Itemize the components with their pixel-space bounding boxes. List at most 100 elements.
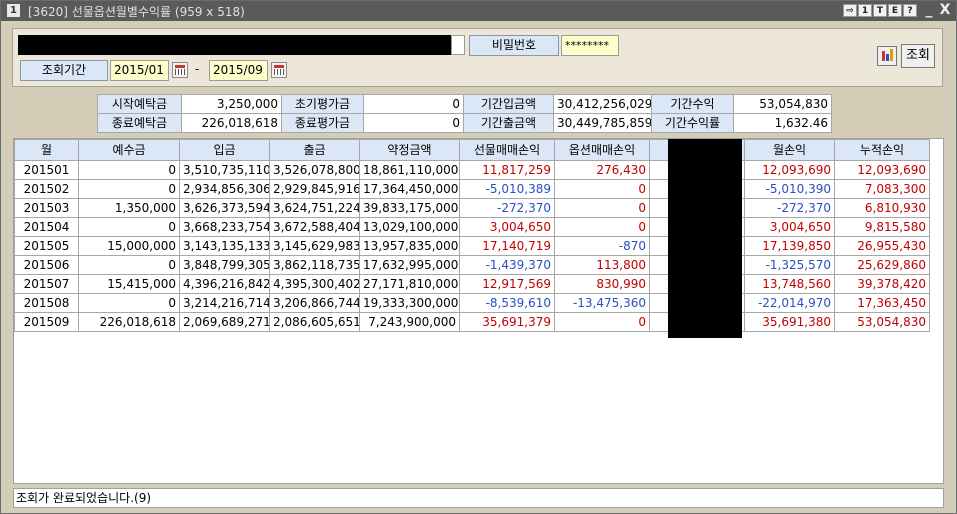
summary-value: 226,018,618 (181, 113, 282, 133)
table-cell-contract: 17,632,995,000 (359, 255, 460, 275)
table-row[interactable]: 201509 226,018,618 2,069,689,271 2,086,605,… (14, 312, 930, 332)
table-cell-deposit: 226,018,618 (78, 312, 180, 332)
table-cell-month: 201502 (14, 179, 79, 199)
summary-value: 0 (363, 94, 464, 114)
table-cell-deposit: 1,350,000 (78, 198, 180, 218)
table-cell-month: 201508 (14, 293, 79, 313)
monthly-grid[interactable]: 월 예수금 입금 출금 약정금액 선물매매손익 옵션매매손익 월손익 누적손익 201501 0 3… (14, 139, 930, 332)
table-row[interactable]: 201504 0 3,668,233,754 3,672,588,404 13,029,… (14, 217, 930, 237)
table-cell-deposit: 0 (78, 217, 180, 237)
table-cell-monthly: -22,014,970 (744, 293, 835, 313)
table-cell-out: 2,086,605,651 (269, 312, 360, 332)
table-cell-cum: 26,955,430 (834, 236, 930, 256)
summary-label: 기간출금액 (463, 113, 554, 133)
table-cell-deposit: 0 (78, 179, 180, 199)
column-header[interactable]: 월 (14, 139, 79, 161)
table-cell-in: 3,626,373,594 (179, 198, 270, 218)
summary-label: 시작예탁금 (97, 94, 182, 114)
table-cell-out: 2,929,845,916 (269, 179, 360, 199)
table-cell-month: 201504 (14, 217, 79, 237)
table-cell-cum: 12,093,690 (834, 160, 930, 180)
summary-value: 1,632.46 (733, 113, 832, 133)
table-cell-fut: -1,439,370 (459, 255, 555, 275)
calendar-from-icon[interactable] (172, 62, 188, 78)
summary-value: 30,412,256,029 (553, 94, 652, 114)
table-cell-opt: 0 (554, 312, 650, 332)
table-cell-monthly: -1,325,570 (744, 255, 835, 275)
table-cell-out: 3,862,118,735 (269, 255, 360, 275)
calendar-to-icon[interactable] (271, 62, 287, 78)
table-cell-opt: -870 (554, 236, 650, 256)
table-cell-month: 201503 (14, 198, 79, 218)
table-cell-month: 201501 (14, 160, 79, 180)
column-header[interactable]: 예수금 (78, 139, 180, 161)
summary-label: 초기평가금 (281, 94, 364, 114)
table-cell-monthly: 17,139,850 (744, 236, 835, 256)
table-cell-deposit: 15,415,000 (78, 274, 180, 294)
table-cell-out: 3,624,751,224 (269, 198, 360, 218)
data-grid-area[interactable]: 월 예수금 입금 출금 약정금액 선물매매손익 옵션매매손익 월손익 누적손익 201501 0 3… (13, 138, 944, 484)
table-cell-monthly: -5,010,390 (744, 179, 835, 199)
summary-value: 0 (363, 113, 464, 133)
summary-row: 종료예탁금 226,018,618 종료평가금 0 기간출금액 30,449,7… (97, 113, 832, 133)
table-cell-opt: 830,990 (554, 274, 650, 294)
close-button[interactable]: X (938, 2, 952, 18)
table-row[interactable]: 201506 0 3,848,799,305 3,862,118,735 17,632,… (14, 255, 930, 275)
summary-value: 30,449,785,859 (553, 113, 652, 133)
chart-icon[interactable] (877, 46, 897, 66)
account-dropdown-button[interactable] (451, 35, 465, 55)
help-button[interactable]: ? (903, 4, 917, 17)
period-to-input[interactable]: 2015/09 (209, 60, 268, 81)
period-dash: - (195, 62, 200, 76)
table-cell-opt: 0 (554, 198, 650, 218)
table-row[interactable]: 201508 0 3,214,216,714 3,206,866,744 19,333,… (14, 293, 930, 313)
table-cell-month: 201506 (14, 255, 79, 275)
column-header[interactable]: 월손익 (744, 139, 835, 161)
column-header[interactable]: 입금 (179, 139, 270, 161)
table-cell-contract: 18,861,110,000 (359, 160, 460, 180)
column-header[interactable]: 출금 (269, 139, 360, 161)
password-label: 비밀번호 (469, 35, 559, 56)
password-input[interactable]: ******** (561, 35, 619, 56)
table-cell-fut: 17,140,719 (459, 236, 555, 256)
period-from-input[interactable]: 2015/01 (110, 60, 169, 81)
window-number-badge[interactable]: 1 (7, 4, 20, 17)
table-cell-out: 3,526,078,800 (269, 160, 360, 180)
table-row[interactable]: 201503 1,350,000 3,626,373,594 3,624,751,22… (14, 198, 930, 218)
query-button[interactable]: 조회 (901, 44, 935, 68)
column-header[interactable]: 선물매매손익 (459, 139, 555, 161)
table-cell-out: 3,206,866,744 (269, 293, 360, 313)
column-header[interactable]: 옵션매매손익 (554, 139, 650, 161)
summary-value: 53,054,830 (733, 94, 832, 114)
table-cell-fut: -5,010,389 (459, 179, 555, 199)
table-row[interactable]: 201507 15,415,000 4,396,216,842 4,395,300,4… (14, 274, 930, 294)
table-cell-cum: 53,054,830 (834, 312, 930, 332)
window-e-button[interactable]: E (888, 4, 902, 17)
table-cell-cum: 39,378,420 (834, 274, 930, 294)
search-panel: 비밀번호 ******** 조회기간 2015/01 - 2015/09 조회 (12, 28, 943, 87)
window-t-button[interactable]: T (873, 4, 887, 17)
table-cell-opt: -13,475,360 (554, 293, 650, 313)
table-cell-cum: 7,083,300 (834, 179, 930, 199)
window-1-button[interactable]: 1 (858, 4, 872, 17)
table-cell-out: 3,145,629,983 (269, 236, 360, 256)
table-row[interactable]: 201501 0 3,510,735,110 3,526,078,800 18,861,… (14, 160, 930, 180)
summary-value: 3,250,000 (181, 94, 282, 114)
link-icon[interactable]: ⇨ (843, 4, 857, 17)
table-cell-monthly: 12,093,690 (744, 160, 835, 180)
minimize-button[interactable]: _ (922, 2, 936, 18)
table-cell-opt: 0 (554, 217, 650, 237)
column-header[interactable]: 누적손익 (834, 139, 930, 161)
table-row[interactable]: 201502 0 2,934,856,306 2,929,845,916 17,364,… (14, 179, 930, 199)
table-cell-in: 2,069,689,271 (179, 312, 270, 332)
table-row[interactable]: 201505 15,000,000 3,143,135,133 3,145,629,9… (14, 236, 930, 256)
table-cell-monthly: 35,691,380 (744, 312, 835, 332)
table-cell-fut: 11,817,259 (459, 160, 555, 180)
table-cell-in: 3,668,233,754 (179, 217, 270, 237)
table-cell-in: 3,848,799,305 (179, 255, 270, 275)
table-cell-deposit: 0 (78, 293, 180, 313)
table-cell-in: 3,214,216,714 (179, 293, 270, 313)
table-cell-cum: 25,629,860 (834, 255, 930, 275)
summary-label: 기간입금액 (463, 94, 554, 114)
column-header[interactable]: 약정금액 (359, 139, 460, 161)
